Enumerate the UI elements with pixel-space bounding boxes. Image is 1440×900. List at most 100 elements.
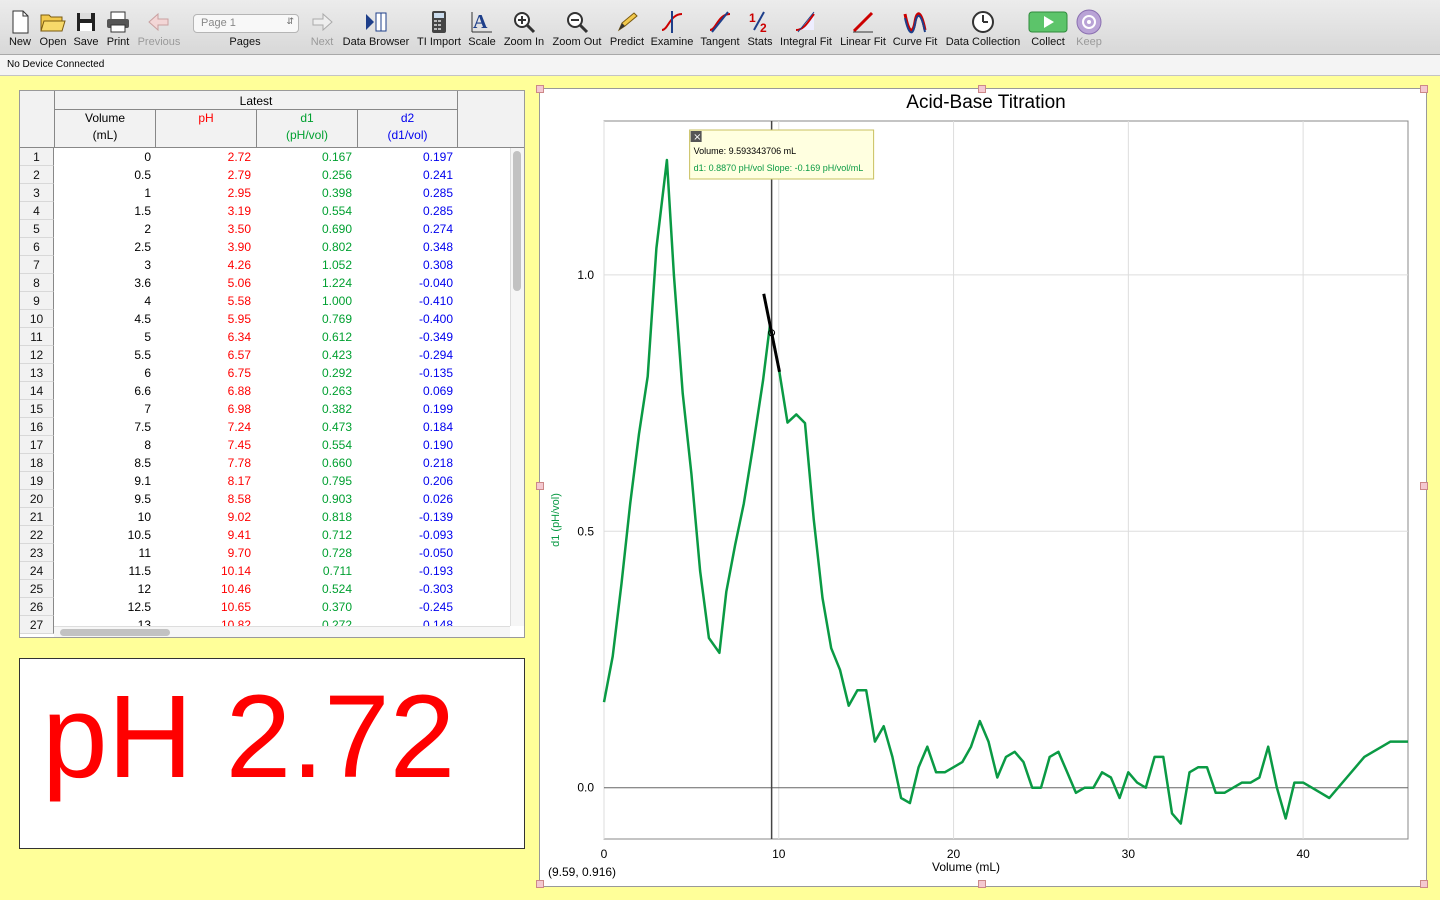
table-row[interactable]: 24 11.5 10.14 0.711 -0.193 (20, 562, 510, 580)
tangent-button[interactable]: Tangent (698, 6, 742, 52)
cell-d2[interactable]: 0.190 (357, 436, 457, 454)
cell-volume[interactable]: 6.6 (55, 382, 155, 400)
column-header-d2[interactable]: d2 (d1/vol) (357, 110, 458, 147)
cell-d1[interactable]: 0.612 (256, 328, 356, 346)
table-row[interactable]: 20 9.5 8.58 0.903 0.026 (20, 490, 510, 508)
resize-handle[interactable] (1420, 85, 1428, 93)
cell-d2[interactable]: 0.197 (357, 148, 457, 166)
row-number[interactable]: 6 (20, 238, 54, 256)
table-row[interactable]: 25 12 10.46 0.524 -0.303 (20, 580, 510, 598)
row-number[interactable]: 2 (20, 166, 54, 184)
row-number[interactable]: 1 (20, 148, 54, 166)
data-collection-button[interactable]: Data Collection (944, 6, 1022, 52)
cell-ph[interactable]: 2.79 (155, 166, 255, 184)
cell-d2[interactable]: 0.241 (357, 166, 457, 184)
cell-d1[interactable]: 0.256 (256, 166, 356, 184)
column-header-ph[interactable]: pH (155, 110, 256, 147)
row-number[interactable]: 16 (20, 418, 54, 436)
cell-ph[interactable]: 3.90 (155, 238, 255, 256)
cell-volume[interactable]: 6 (55, 364, 155, 382)
cell-ph[interactable]: 4.26 (155, 256, 255, 274)
cell-ph[interactable]: 6.34 (155, 328, 255, 346)
cell-volume[interactable]: 8 (55, 436, 155, 454)
cell-d1[interactable]: 0.802 (256, 238, 356, 256)
resize-handle[interactable] (978, 85, 986, 93)
cell-d1[interactable]: 0.795 (256, 472, 356, 490)
cell-volume[interactable]: 5 (55, 328, 155, 346)
cell-ph[interactable]: 5.95 (155, 310, 255, 328)
cell-d1[interactable]: 1.224 (256, 274, 356, 292)
cell-volume[interactable]: 5.5 (55, 346, 155, 364)
cell-ph[interactable]: 10.65 (155, 598, 255, 616)
resize-handle[interactable] (536, 880, 544, 888)
cell-volume[interactable]: 3 (55, 256, 155, 274)
cell-volume[interactable]: 7.5 (55, 418, 155, 436)
cell-d1[interactable]: 0.167 (256, 148, 356, 166)
cell-volume[interactable]: 4 (55, 292, 155, 310)
cell-volume[interactable]: 10 (55, 508, 155, 526)
cell-d2[interactable]: 0.348 (357, 238, 457, 256)
cell-volume[interactable]: 0 (55, 148, 155, 166)
linear-fit-button[interactable]: Linear Fit (838, 6, 888, 52)
cell-d1[interactable]: 0.370 (256, 598, 356, 616)
cell-d1[interactable]: 0.382 (256, 400, 356, 418)
resize-handle[interactable] (978, 880, 986, 888)
cell-d2[interactable]: 0.285 (357, 184, 457, 202)
cell-ph[interactable]: 7.45 (155, 436, 255, 454)
scale-button[interactable]: A Scale (466, 6, 498, 52)
cell-d2[interactable]: 0.308 (357, 256, 457, 274)
cell-d1[interactable]: 0.818 (256, 508, 356, 526)
cell-d1[interactable]: 0.524 (256, 580, 356, 598)
cell-d2[interactable]: 0.069 (357, 382, 457, 400)
resize-handle[interactable] (536, 482, 544, 490)
table-row[interactable]: 12 5.5 6.57 0.423 -0.294 (20, 346, 510, 364)
predict-button[interactable]: Predict (608, 6, 646, 52)
cell-d1[interactable]: 0.398 (256, 184, 356, 202)
cell-volume[interactable]: 2 (55, 220, 155, 238)
cell-d1[interactable]: 0.660 (256, 454, 356, 472)
cell-d1[interactable]: 1.000 (256, 292, 356, 310)
row-number[interactable]: 5 (20, 220, 54, 238)
cell-d1[interactable]: 0.554 (256, 436, 356, 454)
stats-button[interactable]: 12 Stats (744, 6, 776, 52)
table-row[interactable]: 9 4 5.58 1.000 -0.410 (20, 292, 510, 310)
cell-volume[interactable]: 12 (55, 580, 155, 598)
cell-ph[interactable]: 6.75 (155, 364, 255, 382)
cell-ph[interactable]: 2.72 (155, 148, 255, 166)
table-row[interactable]: 14 6.6 6.88 0.263 0.069 (20, 382, 510, 400)
table-row[interactable]: 4 1.5 3.19 0.554 0.285 (20, 202, 510, 220)
cell-d2[interactable]: -0.303 (357, 580, 457, 598)
row-number[interactable]: 14 (20, 382, 54, 400)
cell-d1[interactable]: 0.903 (256, 490, 356, 508)
print-button[interactable]: Print (104, 6, 132, 52)
cell-d1[interactable]: 0.473 (256, 418, 356, 436)
scroll-thumb[interactable] (60, 629, 170, 636)
table-row[interactable]: 11 5 6.34 0.612 -0.349 (20, 328, 510, 346)
new-button[interactable]: New (6, 6, 34, 52)
zoom-in-button[interactable]: Zoom In (502, 6, 546, 52)
row-number[interactable]: 22 (20, 526, 54, 544)
vertical-scrollbar[interactable] (510, 148, 524, 626)
previous-button[interactable]: Previous (136, 6, 182, 52)
cell-d1[interactable]: 0.711 (256, 562, 356, 580)
page-select[interactable]: Page 1 ⇵ (193, 14, 299, 33)
keep-button[interactable]: Keep (1072, 6, 1106, 52)
integral-fit-button[interactable]: Integral Fit (778, 6, 834, 52)
cell-d2[interactable]: -0.410 (357, 292, 457, 310)
cell-d1[interactable]: 0.728 (256, 544, 356, 562)
cell-d1[interactable]: 0.712 (256, 526, 356, 544)
cell-ph[interactable]: 5.58 (155, 292, 255, 310)
row-number[interactable]: 7 (20, 256, 54, 274)
table-row[interactable]: 10 4.5 5.95 0.769 -0.400 (20, 310, 510, 328)
cell-volume[interactable]: 2.5 (55, 238, 155, 256)
cell-d2[interactable]: -0.349 (357, 328, 457, 346)
table-row[interactable]: 19 9.1 8.17 0.795 0.206 (20, 472, 510, 490)
cell-d1[interactable]: 0.554 (256, 202, 356, 220)
chart-svg[interactable]: Acid-Base Titration 0 10 20 30 40 0.0 0.5 1.0 Vol… (540, 89, 1426, 886)
cell-volume[interactable]: 1 (55, 184, 155, 202)
table-row[interactable]: 7 3 4.26 1.052 0.308 (20, 256, 510, 274)
cell-ph[interactable]: 8.58 (155, 490, 255, 508)
table-row[interactable]: 13 6 6.75 0.292 -0.135 (20, 364, 510, 382)
row-number[interactable]: 24 (20, 562, 54, 580)
table-row[interactable]: 22 10.5 9.41 0.712 -0.093 (20, 526, 510, 544)
